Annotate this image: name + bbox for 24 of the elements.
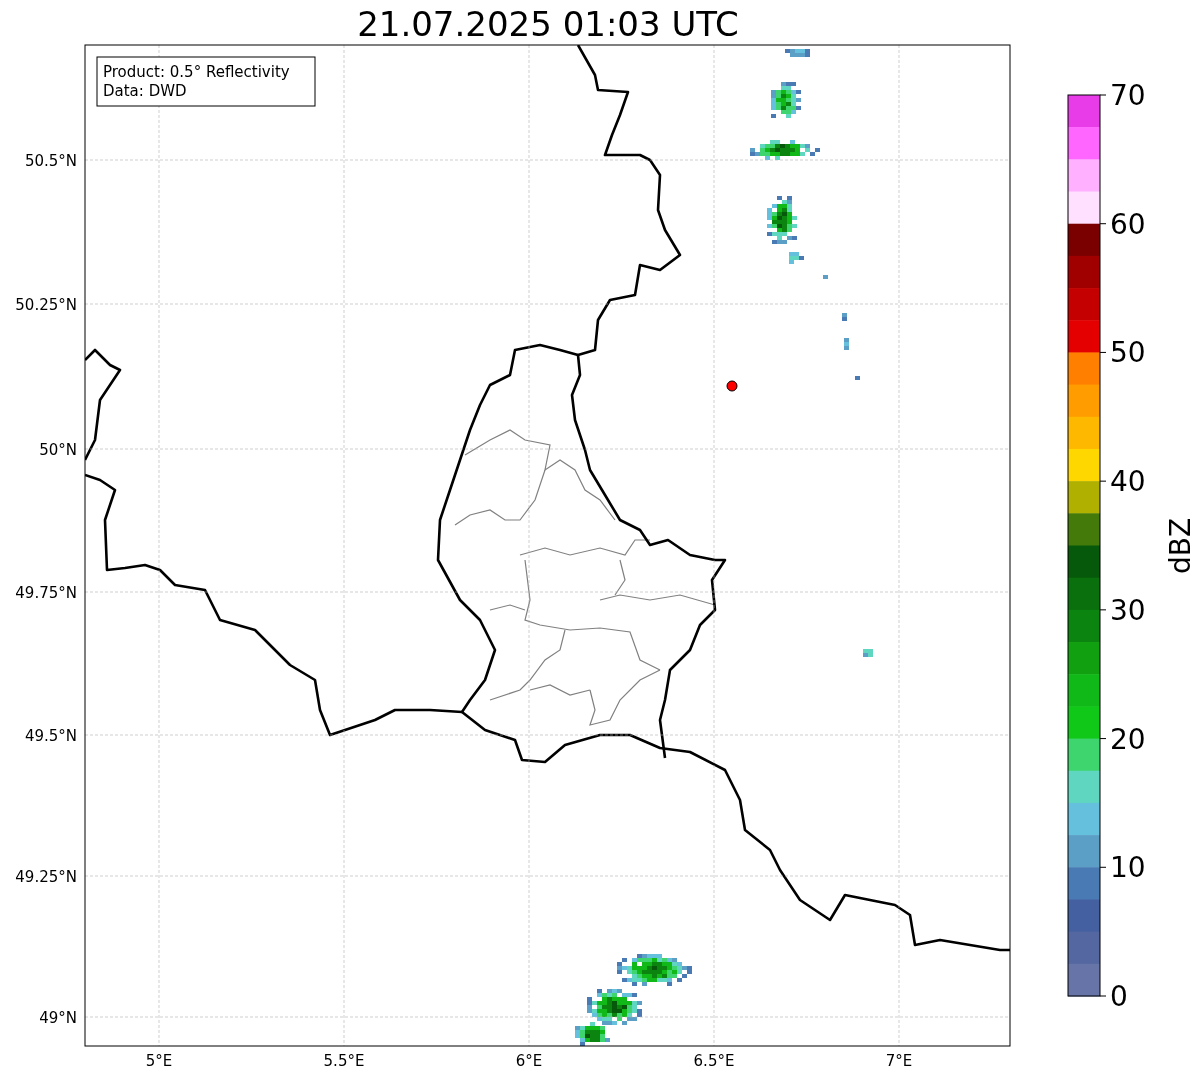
latitude-label: 50°N (39, 441, 77, 459)
colorbar-tick-label: 20 (1110, 722, 1146, 756)
colorbar-tick-label: 60 (1110, 207, 1146, 241)
colorbar-tick-label: 10 (1110, 851, 1146, 885)
colorbar-label: dBZ (1164, 517, 1197, 575)
colorbar-tick-label: 30 (1110, 593, 1146, 627)
colorbar-tick-label: 70 (1110, 79, 1146, 112)
latitude-label: 50.25°N (15, 296, 77, 314)
colorbar-tick-label: 40 (1110, 465, 1146, 499)
longitude-label: 7°E (885, 1052, 913, 1070)
latitude-label: 49°N (39, 1009, 77, 1027)
longitude-label: 5.5°E (323, 1052, 365, 1070)
longitude-label: 5°E (145, 1052, 173, 1070)
chart-title: 21.07.2025 01:03 UTC (357, 4, 739, 44)
legend-text: Product: 0.5° Reflectivity (103, 63, 290, 81)
colorbar-tick-label: 50 (1110, 336, 1146, 370)
longitude-label: 6°E (515, 1052, 543, 1070)
latitude-label: 49.5°N (24, 727, 77, 745)
latitude-label: 49.75°N (15, 584, 77, 602)
colorbar-tick-label: 0 (1110, 980, 1128, 1013)
latitude-label: 49.25°N (15, 868, 77, 886)
legend-text: Data: DWD (103, 82, 187, 100)
longitude-label: 6.5°E (693, 1052, 735, 1070)
latitude-label: 50.5°N (24, 152, 77, 170)
